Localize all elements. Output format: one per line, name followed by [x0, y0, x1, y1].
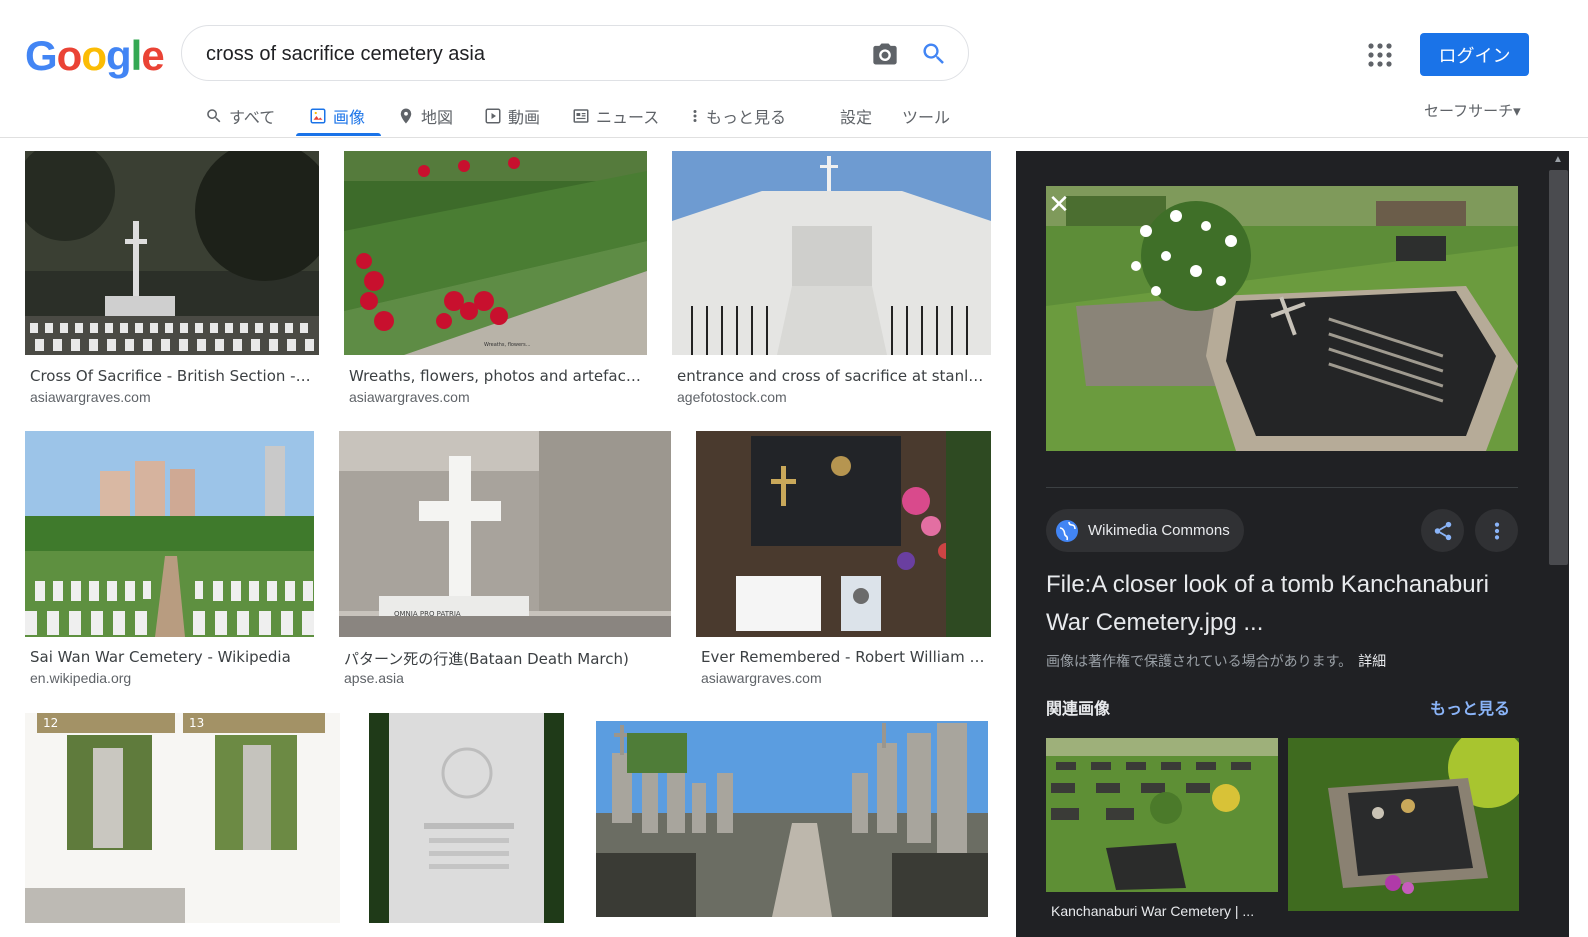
tab-settings[interactable]: 設定 [840, 96, 872, 136]
more-related-link[interactable]: もっと見る [1430, 695, 1510, 719]
copyright-text: 画像は著作権で保護されている場合があります。 [1046, 654, 1353, 670]
result-source: en.wikipedia.org [30, 670, 132, 686]
related-image[interactable] [1046, 738, 1278, 892]
result-thumbnail[interactable]: 12 13 [25, 713, 340, 923]
tab-label: 動画 [508, 108, 541, 127]
result-source: asiawargraves.com [701, 670, 822, 686]
tab-tools[interactable]: ツール [902, 96, 950, 136]
share-button[interactable] [1421, 509, 1464, 552]
safesearch-dropdown[interactable]: セーフサーチ▾ [1424, 100, 1521, 121]
news-icon [573, 109, 589, 123]
more-vert-icon [1494, 521, 1499, 540]
result-thumbnail[interactable] [696, 431, 991, 637]
result-title[interactable]: Wreaths, flowers, photos and artefacts a… [349, 367, 644, 385]
tab-label: 設定 [840, 108, 873, 127]
details-link[interactable]: 詳細 [1358, 654, 1386, 670]
result-thumbnail[interactable] [25, 151, 319, 355]
svg-text:Wreaths, flowers...: Wreaths, flowers... [484, 342, 531, 348]
camera-icon[interactable] [870, 40, 900, 68]
result-title[interactable]: パターン死の行進(Bataan Death March) [344, 648, 669, 669]
result-thumbnail[interactable] [369, 713, 564, 923]
tab-images[interactable]: 画像 [309, 96, 365, 136]
scroll-up-arrow-icon[interactable]: ▲ [1553, 154, 1563, 165]
related-image[interactable] [1288, 738, 1519, 911]
tab-label: ツール [902, 108, 951, 127]
related-images-heading: 関連画像 [1046, 699, 1111, 718]
header-divider [0, 137, 1588, 138]
login-button[interactable]: ログイン [1420, 33, 1529, 76]
page: Google ログイン すべて 画像 地図 動画 ニュース もっと見る [0, 0, 1588, 937]
tab-label: もっと見る [706, 108, 787, 127]
tab-label: すべて [229, 108, 276, 127]
more-vert-icon [693, 110, 697, 122]
result-source: asiawargraves.com [349, 389, 470, 405]
result-title[interactable]: Sai Wan War Cemetery - Wikipedia [30, 648, 315, 666]
result-thumbnail[interactable] [25, 431, 314, 637]
map-pin-icon [400, 108, 412, 124]
tab-maps[interactable]: 地図 [397, 96, 453, 136]
source-chip[interactable]: Wikimedia Commons [1046, 509, 1244, 552]
tab-label: 画像 [333, 108, 366, 127]
svg-text:OMNIA PRO PATRIA: OMNIA PRO PATRIA [394, 610, 461, 618]
image-preview-panel: ✕ Wikimedia Commons File:A closer look o… [1016, 151, 1569, 937]
panel-number: 12 [43, 716, 58, 730]
search-box [181, 25, 969, 81]
result-card[interactable]: 12 13 [25, 713, 340, 923]
panel-number: 13 [189, 716, 204, 730]
preview-title[interactable]: File:A closer look of a tomb Kanchanabur… [1046, 566, 1526, 642]
tab-all[interactable]: すべて [205, 96, 275, 136]
image-icon [310, 108, 326, 124]
result-card[interactable]: Wreaths, flowers... Wreaths, flowers, ph… [344, 151, 647, 411]
result-card[interactable]: Sai Wan War Cemetery - Wikipedia en.wiki… [25, 431, 314, 691]
share-icon [1434, 521, 1451, 540]
result-thumbnail[interactable]: OMNIA PRO PATRIA [339, 431, 671, 637]
copyright-notice: 画像は著作権で保護されている場合があります。 詳細 [1046, 651, 1386, 671]
result-card[interactable]: Cross Of Sacrifice - British Section - C… [25, 151, 319, 411]
tab-videos[interactable]: 動画 [484, 96, 540, 136]
search-icon [207, 109, 221, 123]
panel-scrollbar[interactable] [1549, 170, 1568, 565]
more-options-button[interactable] [1475, 509, 1518, 552]
search-input[interactable] [206, 40, 846, 68]
google-logo[interactable]: Google [25, 32, 165, 80]
result-card[interactable]: entrance and cross of sacrifice at stanl… [672, 151, 991, 411]
tab-label: 地図 [421, 108, 454, 127]
result-title[interactable]: Ever Remembered - Robert William Willo..… [701, 648, 991, 666]
search-icon[interactable] [920, 40, 948, 68]
active-tab-indicator [296, 133, 381, 136]
result-card[interactable]: Ever Remembered - Robert William Willo..… [696, 431, 991, 691]
close-icon[interactable]: ✕ [1044, 189, 1074, 219]
tab-news[interactable]: ニュース [572, 96, 659, 136]
result-source: apse.asia [344, 670, 404, 686]
result-title[interactable]: Cross Of Sacrifice - British Section - C… [30, 367, 315, 385]
video-icon [485, 108, 501, 124]
result-thumbnail[interactable] [672, 151, 991, 355]
apps-grid-icon[interactable] [1367, 42, 1393, 68]
result-card[interactable]: OMNIA PRO PATRIA パターン死の行進(Bataan Death M… [339, 431, 671, 691]
panel-divider [1046, 487, 1518, 488]
result-thumbnail[interactable]: Wreaths, flowers... [344, 151, 647, 355]
result-source: asiawargraves.com [30, 389, 151, 405]
source-name: Wikimedia Commons [1088, 522, 1230, 539]
related-caption[interactable]: Kanchanaburi War Cemetery | ... [1051, 903, 1254, 919]
tab-more[interactable]: もっと見る [690, 96, 786, 136]
result-card[interactable] [369, 713, 564, 923]
result-card[interactable] [592, 713, 988, 923]
preview-image[interactable] [1046, 186, 1518, 451]
result-title[interactable]: entrance and cross of sacrifice at stanl… [677, 367, 991, 385]
globe-icon [1056, 519, 1078, 542]
tab-label: ニュース [596, 108, 660, 127]
result-thumbnail[interactable] [592, 713, 988, 923]
result-source: agefotostock.com [677, 389, 787, 405]
